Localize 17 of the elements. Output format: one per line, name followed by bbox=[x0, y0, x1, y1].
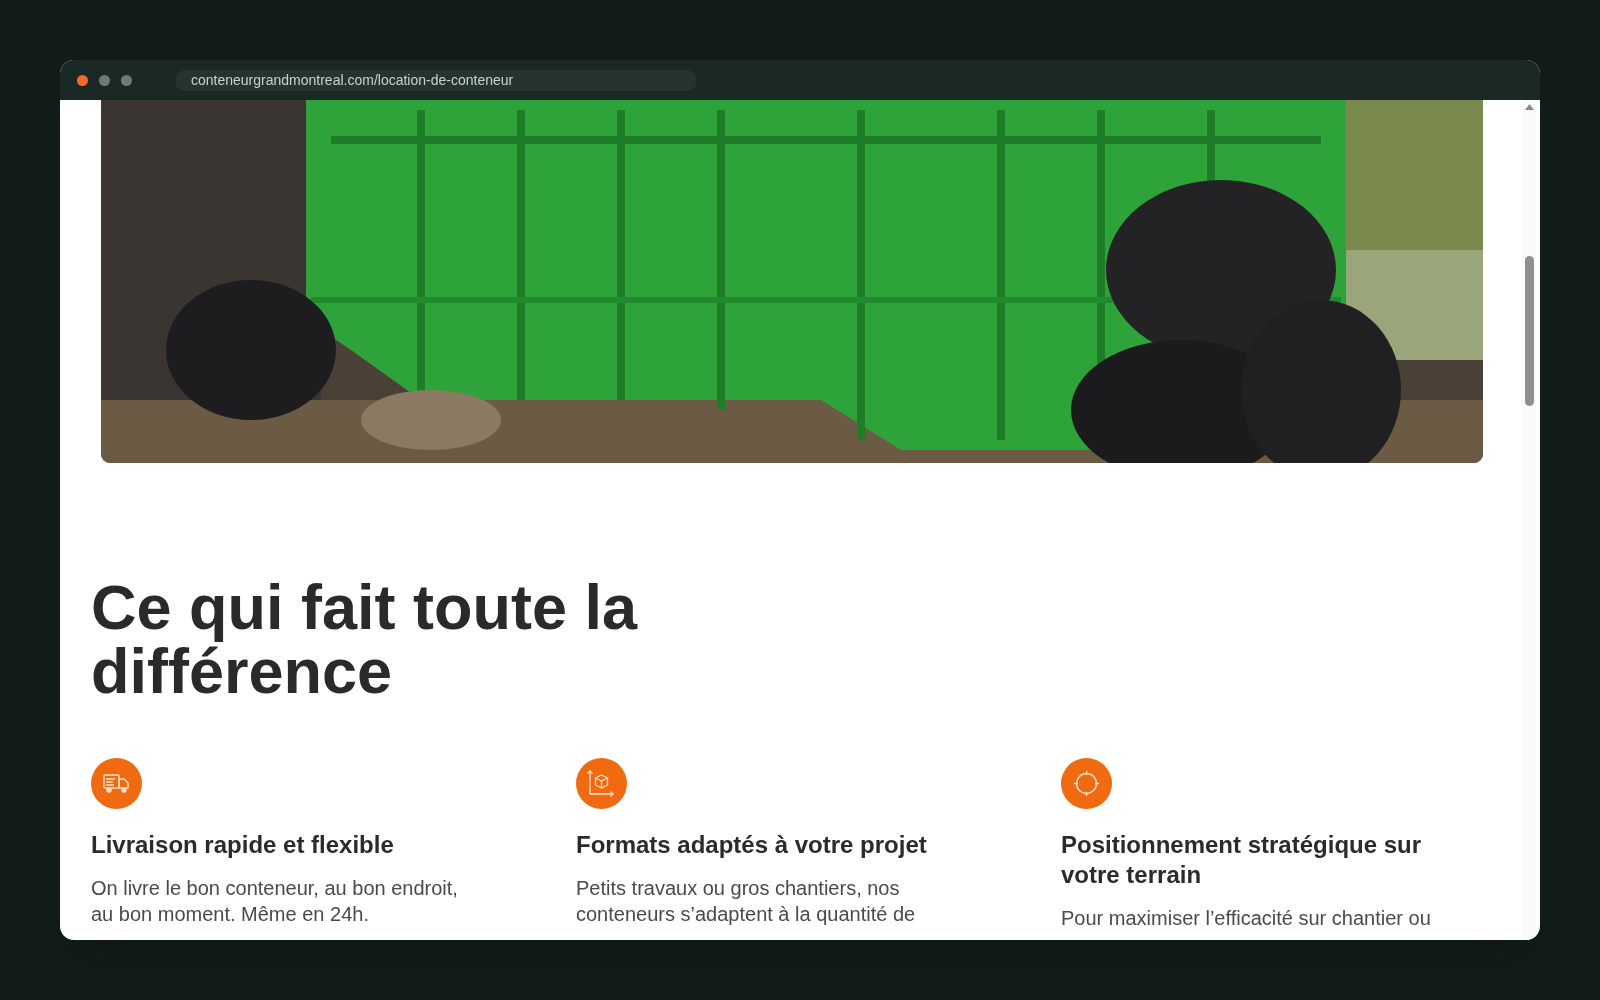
feature-title: Livraison rapide et flexible bbox=[91, 830, 394, 860]
address-bar[interactable]: conteneurgrandmontreal.com/location-de-conteneur bbox=[175, 69, 697, 91]
scrollbar[interactable] bbox=[1522, 100, 1536, 940]
scrollbar-thumb[interactable] bbox=[1524, 256, 1534, 406]
feature-description: Petits travaux ou gros chantiers, nos conteneurs s’adaptent à la quantité de bbox=[576, 876, 917, 927]
feature-description: Pour maximiser l’efficacité sur chantier ou bbox=[1061, 906, 1431, 931]
box-dimensions-icon bbox=[576, 758, 627, 809]
crosshair-icon bbox=[1061, 758, 1112, 809]
window-control-icon[interactable] bbox=[121, 74, 132, 86]
feature-description: On livre le bon conteneur, au bon endroit, au bon moment. Même en 24h. bbox=[91, 876, 459, 927]
scroll-up-icon[interactable] bbox=[1524, 104, 1534, 110]
window-control-icon[interactable] bbox=[77, 74, 88, 86]
truck-icon bbox=[91, 758, 142, 809]
feature-title: Formats adaptés à votre projet bbox=[576, 830, 927, 860]
feature-title: Positionnement stratégique sur votre terrain bbox=[1061, 830, 1423, 890]
window-control-icon[interactable] bbox=[99, 74, 110, 86]
section-heading: Ce qui fait toute la différence bbox=[91, 575, 639, 703]
